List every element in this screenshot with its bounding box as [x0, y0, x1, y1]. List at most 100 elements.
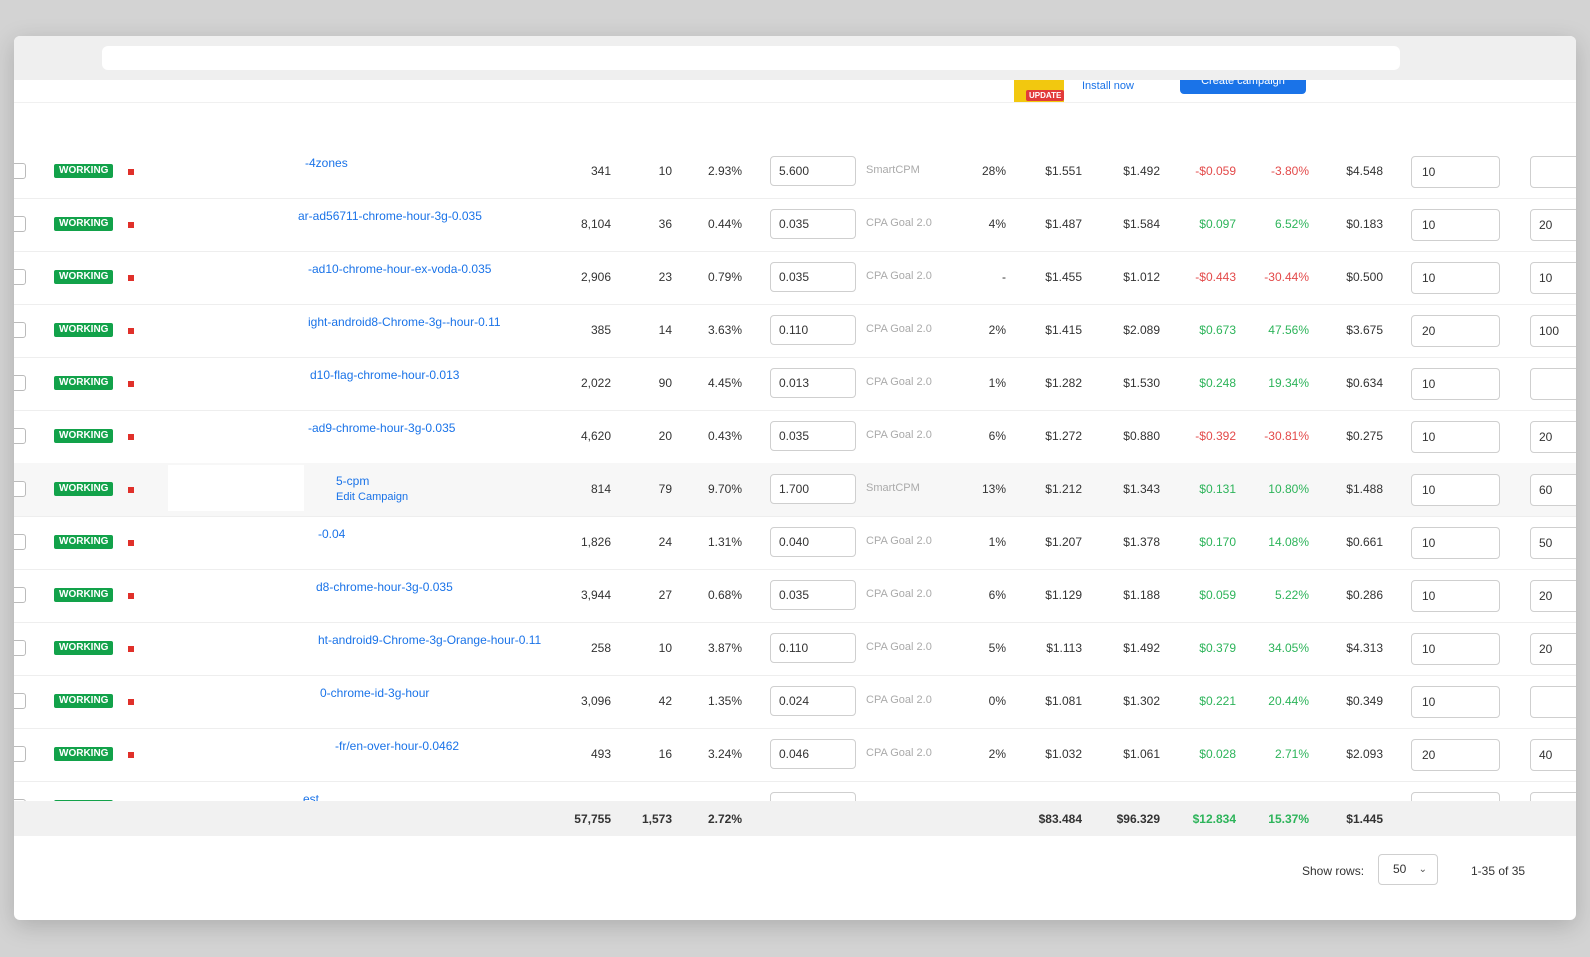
bid-input[interactable]: 0.035 [770, 209, 856, 239]
daily-limit-input[interactable]: 10 [1530, 262, 1576, 294]
stop-icon[interactable] [128, 593, 134, 599]
campaign-name-link[interactable]: d10-flag-chrome-hour-0.013 [310, 368, 459, 382]
row-checkbox[interactable] [14, 481, 26, 497]
limit-input[interactable]: 10 [1411, 686, 1500, 718]
limit-input[interactable]: 20 [1411, 739, 1500, 771]
campaign-name-link[interactable]: -0.04 [318, 527, 345, 541]
install-now-link[interactable]: Install now [1082, 80, 1134, 92]
daily-limit-input[interactable]: 20 [1530, 209, 1576, 241]
daily-limit-input[interactable] [1530, 686, 1576, 718]
stop-icon[interactable] [128, 222, 134, 228]
table-row[interactable]: WORKING -ad10-chrome-hour-ex-voda-0.035 2,… [14, 251, 1576, 305]
spend-cell: $1.415 [1045, 323, 1082, 337]
table-row[interactable]: WORKING 0-chrome-id-3g-hour 3,096 42 1.35% 0.… [14, 675, 1576, 729]
limit-input[interactable]: 10 [1411, 580, 1500, 612]
daily-limit-input[interactable]: 50 [1530, 527, 1576, 559]
row-checkbox[interactable] [14, 216, 26, 232]
stop-icon[interactable] [128, 699, 134, 705]
daily-limit-input[interactable]: 100 [1530, 315, 1576, 347]
campaign-name-link[interactable]: ar-ad56711-chrome-hour-3g-0.035 [298, 209, 482, 223]
bid-input[interactable]: 0.035 [770, 262, 856, 292]
bid-model-label: CPA Goal 2.0 [866, 694, 932, 706]
bid-input[interactable]: 5.600 [770, 156, 856, 186]
stop-icon[interactable] [128, 487, 134, 493]
limit-input[interactable]: 20 [1411, 315, 1500, 347]
daily-limit-input[interactable] [1530, 368, 1576, 400]
table-row[interactable]: WORKING d8-chrome-hour-3g-0.035 3,944 27 0.6… [14, 569, 1576, 623]
daily-limit-input[interactable]: 60 [1530, 474, 1576, 506]
campaign-name-link[interactable]: 0-chrome-id-3g-hour [320, 686, 429, 700]
campaign-name-link[interactable]: -ad9-chrome-hour-3g-0.035 [308, 421, 455, 435]
campaign-name-link[interactable]: -ad10-chrome-hour-ex-voda-0.035 [308, 262, 491, 276]
stop-icon[interactable] [128, 169, 134, 175]
rows-per-page-select[interactable]: 50 ⌄ [1378, 854, 1438, 885]
row-checkbox[interactable] [14, 693, 26, 709]
daily-limit-input[interactable]: 20 [1530, 421, 1576, 453]
total-impressions: 57,755 [574, 812, 611, 826]
campaign-name-link[interactable]: -4zones [305, 156, 348, 170]
row-checkbox[interactable] [14, 375, 26, 391]
limit-input[interactable]: 10 [1411, 209, 1500, 241]
limit-input[interactable]: 10 [1411, 262, 1500, 294]
bid-input[interactable]: 0.013 [770, 368, 856, 398]
row-checkbox[interactable] [14, 746, 26, 762]
stop-icon[interactable] [128, 275, 134, 281]
bid-input[interactable]: 1.700 [770, 474, 856, 504]
bid-input[interactable]: 0.110 [770, 633, 856, 663]
table-row[interactable]: WORKING -0.04 1,826 24 1.31% 0.040 CPA Goal 2.… [14, 516, 1576, 570]
revenue-cell: $1.012 [1123, 270, 1160, 284]
bid-input[interactable]: 0.046 [770, 739, 856, 769]
limit-input[interactable]: 10 [1411, 527, 1500, 559]
bid-input[interactable]: 0.035 [770, 580, 856, 610]
campaign-name-link[interactable]: d8-chrome-hour-3g-0.035 [316, 580, 453, 594]
stop-icon[interactable] [128, 752, 134, 758]
create-campaign-button[interactable]: Create campaign [1180, 80, 1306, 94]
redacted-area [168, 253, 304, 299]
spend-cell: $1.282 [1045, 376, 1082, 390]
limit-input[interactable]: 10 [1411, 474, 1500, 506]
campaign-name-link[interactable]: -fr/en-over-hour-0.0462 [335, 739, 459, 753]
table-row[interactable]: WORKING d10-flag-chrome-hour-0.013 2,022 90… [14, 357, 1576, 411]
daily-limit-input[interactable]: 20 [1530, 580, 1576, 612]
bid-input[interactable]: 0.040 [770, 527, 856, 557]
limit-input[interactable]: 10 [1411, 633, 1500, 665]
table-row[interactable]: WORKING 5-cpm Edit Campaign 814 79 9.70% 1.700… [14, 463, 1576, 517]
limit-input[interactable]: 10 [1411, 368, 1500, 400]
stop-icon[interactable] [128, 328, 134, 334]
row-checkbox[interactable] [14, 428, 26, 444]
row-checkbox[interactable] [14, 163, 26, 179]
daily-limit-input[interactable]: 40 [1530, 739, 1576, 771]
table-row[interactable]: WORKING -4zones 341 10 2.93% 5.600 SmartCPM 28%… [14, 145, 1576, 199]
address-bar[interactable] [102, 46, 1400, 70]
stop-icon[interactable] [128, 434, 134, 440]
spend-cell: $1.207 [1045, 535, 1082, 549]
campaign-name-link[interactable]: ht-android9-Chrome-3g-Orange-hour-0.11 [318, 633, 541, 647]
limit-input[interactable]: 10 [1411, 421, 1500, 453]
conversions-cell: 10 [658, 641, 672, 655]
daily-limit-input[interactable] [1530, 156, 1576, 188]
table-row[interactable]: WORKING ight-android8-Chrome-3g--hour-0.1… [14, 304, 1576, 358]
row-checkbox[interactable] [14, 322, 26, 338]
roi-cell: -30.81% [1264, 429, 1309, 443]
redacted-area [168, 147, 304, 193]
stop-icon[interactable] [128, 646, 134, 652]
row-checkbox[interactable] [14, 269, 26, 285]
row-checkbox[interactable] [14, 587, 26, 603]
daily-limit-input[interactable]: 20 [1530, 633, 1576, 665]
table-row[interactable]: WORKING ht-android9-Chrome-3g-Orange-hour… [14, 622, 1576, 676]
share-cell: 1% [988, 535, 1006, 549]
bid-input[interactable]: 0.035 [770, 421, 856, 451]
row-checkbox[interactable] [14, 640, 26, 656]
table-row[interactable]: WORKING ar-ad56711-chrome-hour-3g-0.035 8,… [14, 198, 1576, 252]
stop-icon[interactable] [128, 540, 134, 546]
row-checkbox[interactable] [14, 534, 26, 550]
edit-campaign-link[interactable]: Edit Campaign [336, 491, 408, 503]
bid-input[interactable]: 0.110 [770, 315, 856, 345]
limit-input[interactable]: 10 [1411, 156, 1500, 188]
table-row[interactable]: WORKING -ad9-chrome-hour-3g-0.035 4,620 20 0… [14, 410, 1576, 464]
campaign-name-link[interactable]: 5-cpm [336, 474, 369, 488]
stop-icon[interactable] [128, 381, 134, 387]
bid-input[interactable]: 0.024 [770, 686, 856, 716]
campaign-name-link[interactable]: ight-android8-Chrome-3g--hour-0.11 [308, 315, 501, 329]
table-row[interactable]: WORKING -fr/en-over-hour-0.0462 493 16 3.24%… [14, 728, 1576, 782]
